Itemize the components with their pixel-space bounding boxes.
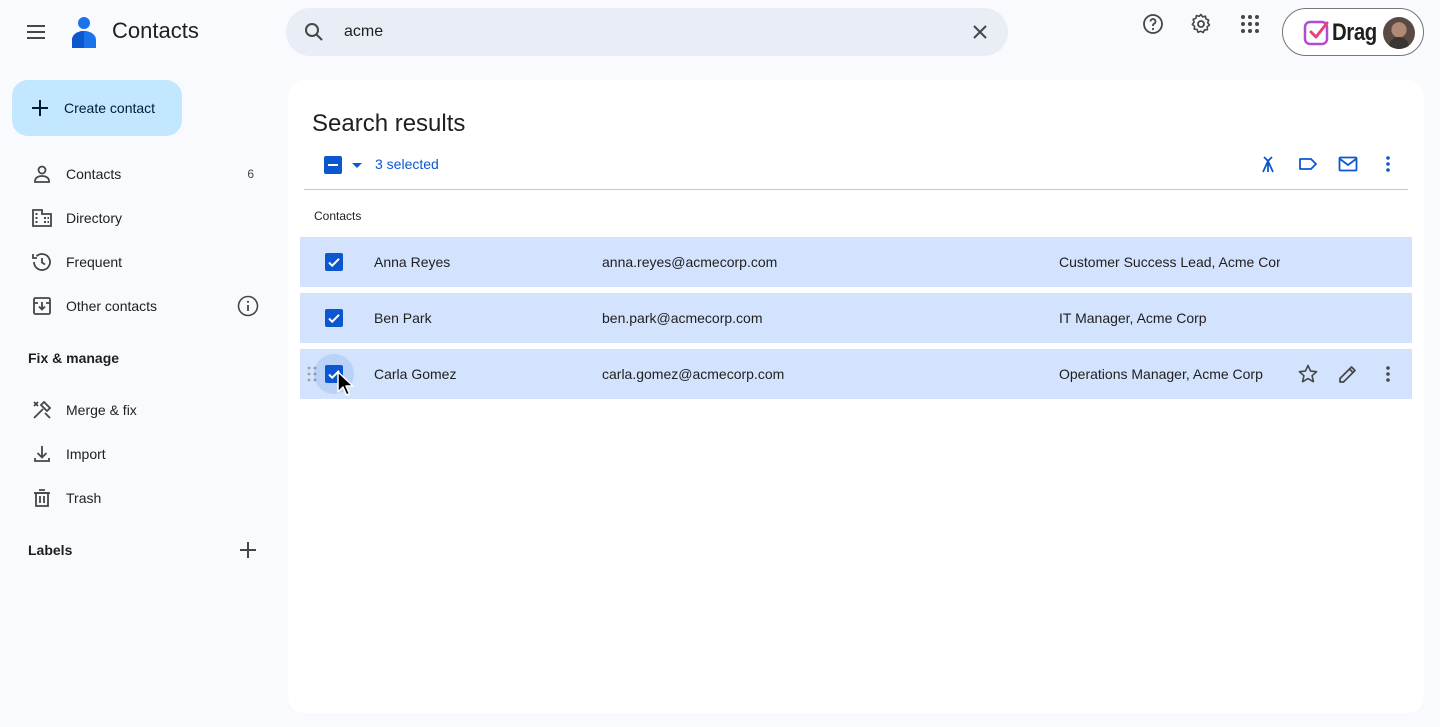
edit-icon[interactable] [1336,362,1360,386]
contact-email: ben.park@acmecorp.com [602,310,763,326]
add-label-icon[interactable] [236,538,260,562]
help-icon[interactable] [1141,12,1165,36]
column-header-contacts: Contacts [314,209,362,223]
search-bar[interactable] [286,8,1008,56]
email-icon[interactable] [1336,152,1360,176]
sidebar-item-label: Merge & fix [66,402,137,418]
main-panel: Search results 3 selected Contacts Anna … [288,80,1424,713]
table-row[interactable]: Carla Gomez carla.gomez@acmecorp.com Ope… [300,349,1412,399]
check-icon [328,258,340,268]
contact-name: Ben Park [374,310,432,326]
contacts-count: 6 [247,167,254,181]
history-icon [32,253,51,271]
person-icon [34,165,50,183]
check-icon [328,314,340,324]
sidebar-item-label: Directory [66,210,123,226]
sidebar-item-frequent[interactable]: Frequent [16,242,272,282]
label-icon[interactable] [1296,152,1320,176]
settings-icon[interactable] [1189,12,1213,36]
apps-icon[interactable] [1238,12,1262,36]
table-row[interactable]: Ben Park ben.park@acmecorp.com IT Manage… [300,293,1412,343]
contact-name: Anna Reyes [374,254,451,270]
mouse-cursor-icon [337,371,354,396]
info-icon[interactable] [236,294,260,318]
import-icon [34,446,50,462]
main-menu-button[interactable] [12,8,60,56]
chevron-down-icon[interactable] [350,158,364,172]
selected-count: 3 selected [375,156,439,172]
sidebar-item-label: Frequent [66,254,123,270]
create-contact-label: Create contact [64,100,156,116]
labels-heading: Labels [28,542,73,558]
sidebar-item-import[interactable]: Import [16,434,272,474]
trash-icon [34,489,50,507]
menu-icon [27,25,45,39]
table-row[interactable]: Anna Reyes anna.reyes@acmecorp.com Custo… [300,237,1412,287]
tools-icon [33,400,52,419]
sidebar-item-label: Other contacts [66,298,158,314]
sidebar-item-label: Trash [66,490,102,506]
sidebar-item-other-contacts[interactable]: Other contacts [16,286,272,326]
app-title: Contacts [112,18,199,43]
building-icon [32,209,52,227]
drag-logo-icon [1303,20,1329,46]
avatar[interactable] [1383,17,1415,49]
page-title: Search results [312,110,466,137]
sidebar-item-merge-fix[interactable]: Merge & fix [16,390,272,430]
contact-email: anna.reyes@acmecorp.com [602,254,778,270]
more-vert-icon[interactable] [1376,152,1400,176]
star-icon[interactable] [1296,362,1320,386]
contact-job: Operations Manager, Acme Corp [1059,366,1263,382]
search-icon[interactable] [302,20,326,44]
contact-job: Customer Success Lead, Acme Corp [1059,254,1280,270]
download-box-icon [33,297,51,315]
more-vert-icon[interactable] [1376,362,1400,386]
sidebar-item-directory[interactable]: Directory [16,198,272,238]
divider [304,189,1408,190]
account-chip[interactable]: Drag [1282,8,1424,56]
create-contact-button[interactable]: Create contact [12,80,182,136]
sidebar-item-contacts[interactable]: Contacts 6 [16,154,272,194]
contact-name: Carla Gomez [374,366,457,382]
fix-manage-heading: Fix & manage [28,350,120,366]
sidebar-item-label: Contacts [66,166,122,182]
contacts-logo-icon [72,17,96,48]
drag-label: Drag [1332,19,1377,46]
plus-icon [32,100,48,116]
merge-icon[interactable] [1256,152,1280,176]
top-bar: Contacts Drag [0,0,1440,64]
sidebar-item-trash[interactable]: Trash [16,478,272,518]
contact-email: carla.gomez@acmecorp.com [602,366,785,382]
contact-job: IT Manager, Acme Corp [1059,310,1207,326]
row-checkbox[interactable] [325,309,343,327]
select-all-checkbox[interactable] [324,156,342,174]
sidebar-item-label: Import [66,446,106,462]
row-checkbox[interactable] [325,253,343,271]
search-input[interactable] [344,8,944,56]
clear-search-icon[interactable] [968,20,992,44]
